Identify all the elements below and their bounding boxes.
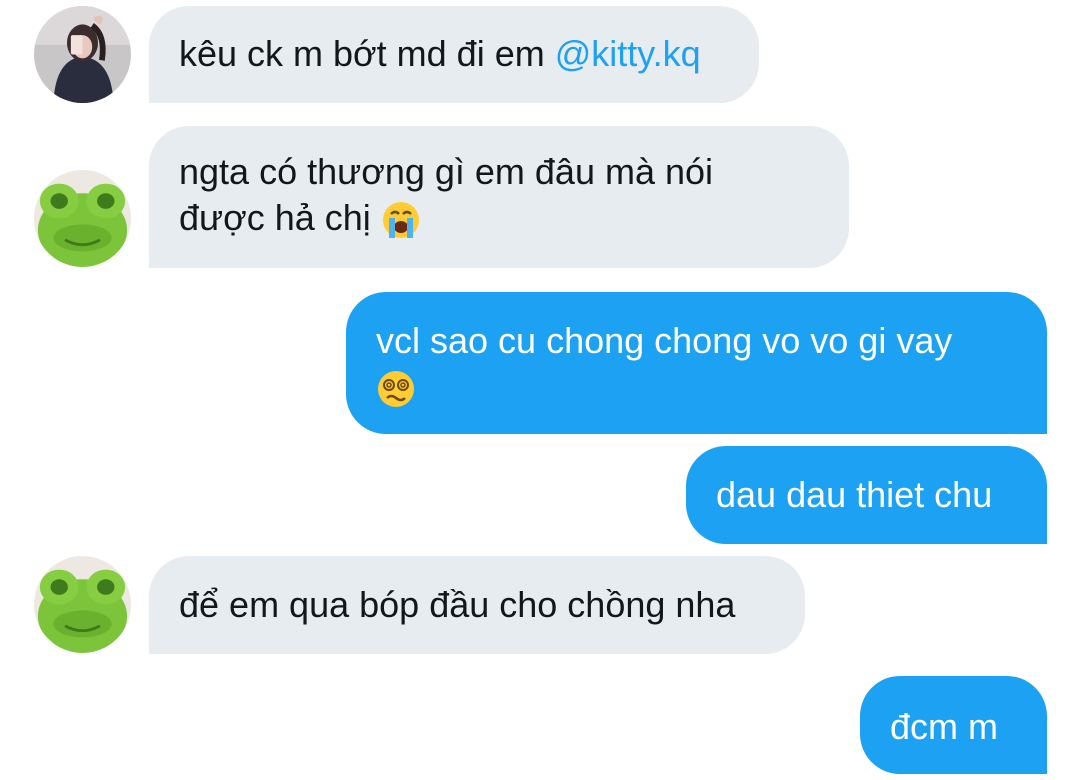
message-text-line-2-text: được hả chị	[179, 197, 381, 238]
avatar-girl[interactable]	[34, 6, 131, 103]
avatar-frog[interactable]	[34, 556, 131, 653]
message-bubble-3[interactable]: vcl sao cu chong chong vo vo gi vay	[346, 292, 1047, 434]
message-text: dau dau thiet chu	[716, 474, 993, 515]
message-text: đcm m	[890, 706, 998, 747]
message-bubble-5[interactable]: để em qua bóp đầu cho chồng nha	[149, 556, 805, 654]
message-text-line-2	[376, 364, 1017, 410]
message-text: kêu ck m bớt md đi em	[179, 33, 555, 74]
dizzy-face-icon	[376, 369, 416, 409]
frog-avatar-image	[34, 556, 131, 653]
mention-link[interactable]: @kitty.kq	[555, 33, 701, 74]
loudly-crying-face-icon	[381, 200, 421, 240]
message-text-line-2: được hả chị	[179, 195, 819, 241]
message-bubble-1[interactable]: kêu ck m bớt md đi em @kitty.kq	[149, 6, 759, 103]
message-text-line-1: vcl sao cu chong chong vo vo gi vay	[376, 320, 953, 361]
message-bubble-4[interactable]: dau dau thiet chu	[686, 446, 1047, 544]
message-text: để em qua bóp đầu cho chồng nha	[179, 584, 736, 625]
avatar-frog[interactable]	[34, 170, 131, 267]
message-text-line-1: ngta có thương gì em đâu mà nói	[179, 151, 714, 192]
message-bubble-6[interactable]: đcm m	[860, 676, 1047, 774]
frog-avatar-image	[34, 170, 131, 267]
girl-avatar-image	[34, 6, 131, 103]
message-bubble-2[interactable]: ngta có thương gì em đâu mà nói được hả …	[149, 126, 849, 268]
